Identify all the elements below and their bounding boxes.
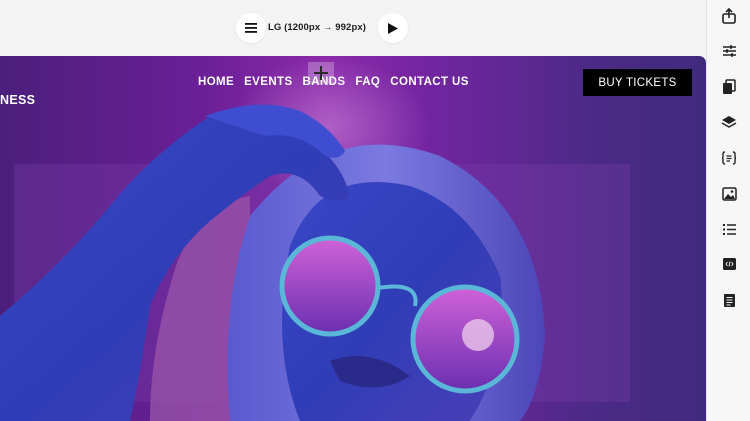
nav-events[interactable]: EVENTS [244,76,292,88]
image-icon[interactable] [720,185,738,203]
site-preview: NESS HOME EVENTS BANDS FAQ CONTACT US BU… [0,56,706,421]
export-icon[interactable] [720,7,738,25]
sliders-icon[interactable] [720,42,738,60]
pages-icon[interactable] [720,78,738,96]
preview-button[interactable] [378,13,408,43]
hero-heading: NESS [0,93,36,107]
notes-icon[interactable] [720,291,738,309]
layers-icon[interactable] [720,113,738,131]
buy-tickets-button[interactable]: BUY TICKETS [583,69,692,96]
plus-icon [314,66,328,80]
breakpoint-label[interactable]: LG (1200px → 992px) [268,22,366,33]
code-icon[interactable] [720,255,738,273]
variables-icon[interactable] [720,149,738,167]
nav-contact[interactable]: CONTACT US [390,76,469,88]
nav-faq[interactable]: FAQ [355,76,380,88]
hamburger-menu-icon [245,23,257,33]
editor-sidebar [706,0,750,421]
editor-toolbar: LG (1200px → 992px) [0,0,706,56]
add-element-button[interactable] [308,62,334,84]
play-icon [388,22,398,34]
hero-image [0,104,545,421]
nav-home[interactable]: HOME [198,76,234,88]
list-icon[interactable] [720,220,738,238]
menu-button[interactable] [236,13,266,43]
